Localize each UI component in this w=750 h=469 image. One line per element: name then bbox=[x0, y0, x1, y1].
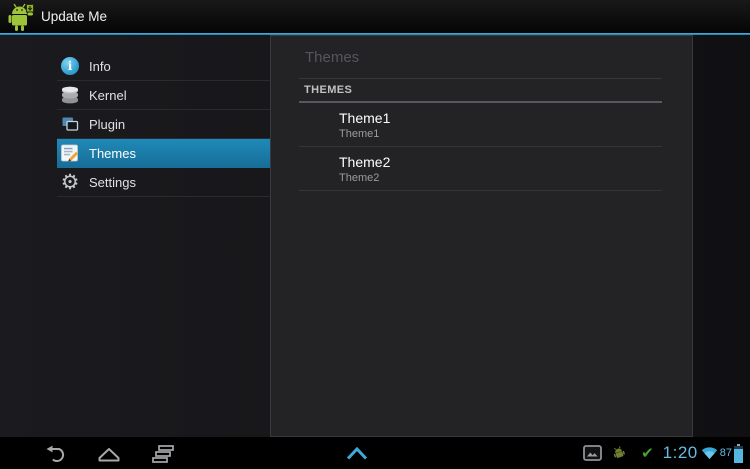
update-success-check-icon: ✔ bbox=[641, 443, 654, 462]
settings-gear-icon: ⚙ bbox=[60, 169, 80, 194]
android-robot-icon bbox=[7, 3, 34, 32]
expand-notification-button[interactable] bbox=[346, 446, 368, 460]
gallery-notification-icon bbox=[583, 445, 602, 461]
recents-icon bbox=[152, 444, 174, 463]
system-nav-bar: ✔ 1:20 87 bbox=[0, 437, 750, 469]
home-button[interactable] bbox=[94, 437, 124, 469]
action-bar: Update Me bbox=[0, 0, 750, 33]
status-tray[interactable]: ✔ 1:20 87 bbox=[583, 437, 745, 469]
kernel-database-icon bbox=[60, 85, 80, 105]
sidebar-item-label: Plugin bbox=[89, 116, 126, 132]
sidebar-item-themes[interactable]: Themes bbox=[57, 139, 270, 168]
themes-panel: Themes THEMES Theme1 Theme1 Theme2 Theme… bbox=[270, 35, 693, 437]
theme-list: Theme1 Theme1 Theme2 Theme2 bbox=[299, 103, 662, 191]
theme-list-item[interactable]: Theme1 Theme1 bbox=[299, 103, 662, 147]
sidebar-item-label: Info bbox=[89, 58, 111, 74]
recents-button[interactable] bbox=[148, 437, 178, 469]
theme-subtitle: Theme2 bbox=[339, 172, 380, 184]
app-title: Update Me bbox=[41, 9, 108, 24]
theme-list-item[interactable]: Theme2 Theme2 bbox=[299, 147, 662, 191]
sidebar-item-settings[interactable]: ⚙ Settings bbox=[57, 168, 270, 197]
sidebar-item-kernel[interactable]: Kernel bbox=[57, 81, 270, 110]
panel-divider bbox=[299, 78, 662, 79]
status-clock: 1:20 bbox=[662, 443, 698, 462]
battery-icon bbox=[734, 443, 743, 463]
back-icon bbox=[46, 445, 65, 462]
chevron-up-icon bbox=[346, 446, 368, 460]
sidebar-item-label: Themes bbox=[89, 145, 136, 161]
theme-title: Theme1 bbox=[339, 110, 391, 126]
main-area: i Info Kernel Plugin Themes ⚙ Settings T… bbox=[0, 35, 750, 437]
home-icon bbox=[98, 447, 120, 461]
android-screen: Update Me i Info Kernel Plugin Themes ⚙ … bbox=[0, 0, 750, 469]
sidebar-item-plugin[interactable]: Plugin bbox=[57, 110, 270, 139]
sidebar: i Info Kernel Plugin Themes ⚙ Settings bbox=[57, 52, 270, 197]
back-button[interactable] bbox=[40, 437, 70, 469]
sidebar-item-label: Kernel bbox=[89, 87, 127, 103]
plugin-icon bbox=[60, 114, 80, 134]
theme-title: Theme2 bbox=[339, 154, 391, 170]
info-icon: i bbox=[60, 56, 80, 76]
adb-debugging-icon bbox=[613, 446, 625, 458]
battery-percent-label: 87 bbox=[719, 447, 732, 459]
sidebar-item-label: Settings bbox=[89, 174, 136, 190]
wifi-icon bbox=[701, 447, 717, 459]
panel-title: Themes bbox=[305, 49, 360, 66]
themes-section-header: THEMES bbox=[304, 84, 353, 96]
theme-subtitle: Theme1 bbox=[339, 128, 380, 140]
sidebar-item-info[interactable]: i Info bbox=[57, 52, 270, 81]
themes-icon bbox=[60, 143, 80, 163]
